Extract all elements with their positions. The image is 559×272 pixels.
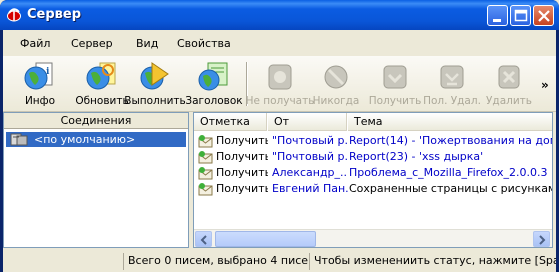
- message-subject: Report(14) - 'Пожертвования на домен д: [349, 134, 552, 147]
- server-icon: [10, 133, 28, 146]
- window-title: Сервер: [27, 7, 82, 22]
- status-hint: Чтобы изменениить статус, нажмите [Space…: [309, 253, 556, 270]
- toolbar-overflow-chevron[interactable]: »: [541, 78, 549, 92]
- message-mark: Получить: [216, 166, 268, 179]
- delete-button[interactable]: Удалить: [479, 58, 539, 110]
- delete-label: Удалить: [486, 95, 532, 107]
- menu-bar: Файл Сервер Вид Свойства: [3, 30, 556, 56]
- close-button[interactable]: [533, 5, 554, 26]
- status-panel-1: [3, 253, 123, 270]
- menu-file[interactable]: Файл: [20, 37, 50, 50]
- app-icon: [7, 8, 21, 22]
- never-button[interactable]: Никогда: [306, 58, 366, 110]
- scroll-left-button[interactable]: [195, 231, 212, 247]
- mail-get-icon: [198, 135, 213, 148]
- menu-server[interactable]: Сервер: [71, 37, 113, 50]
- column-header-subject[interactable]: Тема: [348, 113, 552, 131]
- message-row[interactable]: Получить "Почтовый р... Report(23) - 'xs…: [194, 149, 552, 165]
- menu-view[interactable]: Вид: [136, 37, 158, 50]
- message-subject: Проблема_с_Mozilla_Firefox_2.0.0.3: [349, 166, 548, 179]
- messages-pane: Отметка От Тема Получить "Почтовый р... …: [193, 112, 553, 248]
- mail-get-icon: [198, 151, 213, 164]
- mail-get-icon: [198, 167, 213, 180]
- globe-refresh-icon: [86, 62, 116, 90]
- never-icon: [324, 65, 348, 89]
- status-selection-count: Всего 0 писем, выбрано 4 писем: [123, 253, 309, 270]
- close-icon: [538, 10, 550, 22]
- arrow-left-icon: [200, 235, 207, 245]
- globe-execute-icon: [140, 62, 169, 90]
- globe-info-icon: i: [24, 62, 53, 90]
- connection-label: <по умолчанию>: [34, 133, 136, 146]
- mail-get-icon: [198, 183, 213, 196]
- svg-text:i: i: [46, 67, 50, 77]
- message-row[interactable]: Получить "Почтовый р... Report(14) - 'По…: [194, 133, 552, 149]
- arrow-right-icon: [539, 235, 546, 245]
- message-from: "Почтовый р...: [272, 134, 348, 147]
- message-mark: Получить: [216, 182, 268, 195]
- globe-headers-icon: [198, 62, 228, 91]
- minimize-icon: [493, 19, 501, 22]
- maximize-icon: [514, 9, 528, 22]
- maximize-button[interactable]: [510, 5, 531, 26]
- info-button[interactable]: i Инфо: [9, 58, 71, 110]
- menu-properties[interactable]: Свойства: [177, 37, 231, 50]
- headers-label: Заголовок: [185, 95, 243, 107]
- message-subject: Report(23) - 'xss дырка': [349, 150, 484, 163]
- horizontal-scrollbar[interactable]: [194, 229, 552, 247]
- window-body: Файл Сервер Вид Свойства i Инфо Обновить…: [3, 30, 556, 272]
- message-row[interactable]: Получить Александр_... Проблема_с_Mozill…: [194, 165, 552, 181]
- headers-button[interactable]: Заголовок: [183, 58, 245, 110]
- delete-icon: [498, 65, 520, 89]
- get-icon: [383, 65, 407, 89]
- message-row[interactable]: Получить Евгений Пан... Сохраненные стра…: [194, 181, 552, 197]
- connections-pane: Соединения <по умолчанию>: [3, 112, 189, 248]
- toolbar: i Инфо Обновить Выполнить Заголовок Не п…: [3, 56, 556, 112]
- column-header-from[interactable]: От: [268, 113, 347, 131]
- message-from: Евгений Пан...: [272, 182, 348, 195]
- column-header-mark[interactable]: Отметка: [194, 113, 267, 131]
- message-mark: Получить: [216, 150, 268, 163]
- scroll-thumb[interactable]: [215, 231, 316, 247]
- scroll-right-button[interactable]: [533, 231, 550, 247]
- message-mark: Получить: [216, 134, 268, 147]
- connections-header[interactable]: Соединения: [4, 113, 188, 129]
- status-bar: Всего 0 писем, выбрано 4 писем Чтобы изм…: [3, 250, 556, 272]
- title-bar[interactable]: Сервер: [0, 0, 559, 30]
- message-from: Александр_...: [272, 166, 348, 179]
- get-delete-icon: [440, 65, 464, 89]
- app-window: Сервер Файл Сервер Вид Свойства i Инфо О…: [0, 0, 559, 272]
- minimize-button[interactable]: [487, 5, 508, 26]
- message-subject: Сохраненные страницы с рисунками: [349, 182, 553, 195]
- execute-button[interactable]: Выполнить: [124, 58, 186, 110]
- skip-icon: [268, 64, 292, 90]
- message-from: "Почтовый р...: [272, 150, 348, 163]
- connection-item-default[interactable]: <по умолчанию>: [6, 132, 186, 147]
